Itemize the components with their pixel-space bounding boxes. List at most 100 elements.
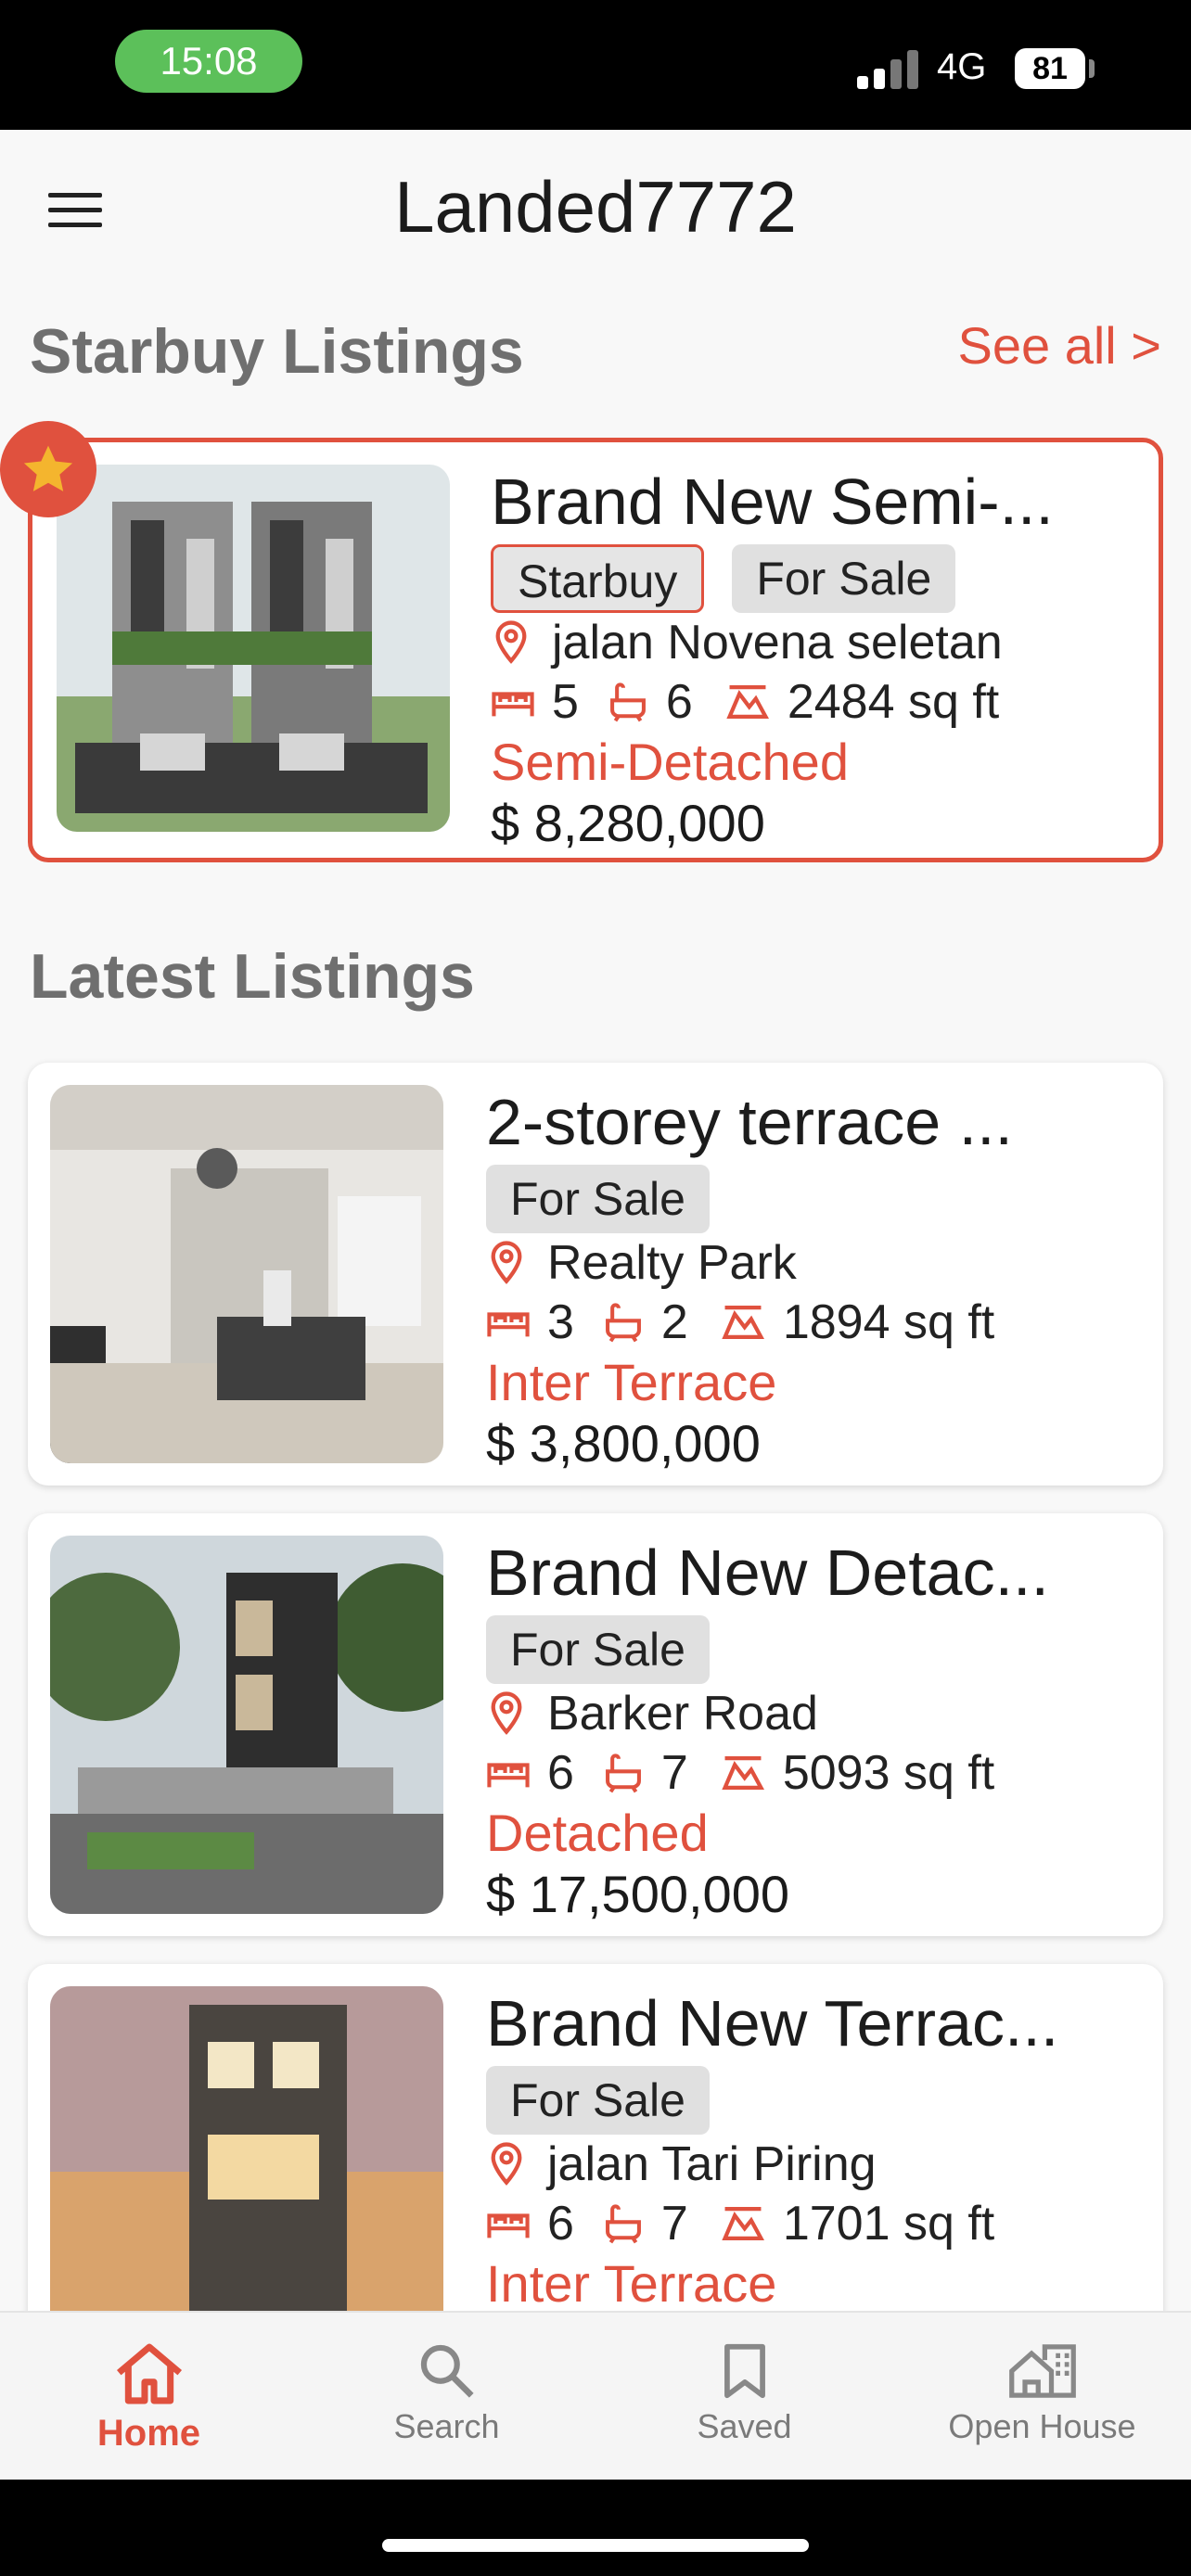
bookmark-icon — [724, 2343, 765, 2399]
baths-count: 2 — [660, 1295, 688, 1349]
network-label: 4G — [937, 46, 987, 87]
signal-icon — [857, 46, 922, 89]
bed-icon — [487, 1763, 530, 1788]
beds-count: 5 — [552, 675, 579, 729]
listing-info: Brand New Semi-... Starbuy For Sale jala… — [491, 463, 1140, 854]
listing-price: $ 3,800,000 — [486, 1414, 761, 1473]
starbuy-listing-card[interactable]: Brand New Semi-... Starbuy For Sale jala… — [28, 438, 1163, 862]
listing-title: Brand New Semi-... — [491, 465, 1054, 538]
property-type: Semi-Detached — [491, 733, 849, 791]
beds-count: 6 — [547, 2197, 574, 2251]
listing-badges: For Sale — [486, 1615, 1145, 1684]
beds-count: 6 — [547, 1746, 574, 1800]
nav-open-house[interactable]: Open House — [893, 2313, 1191, 2480]
search-icon — [420, 2344, 474, 2398]
phone-screen: 15:08 4G 81 Landed7772 Starbuy Listings … — [0, 0, 1191, 2576]
location-text: jalan Novena seletan — [552, 616, 1003, 670]
listing-image-detached — [50, 1536, 443, 1914]
listing-info: Brand New Terrac... For Sale jalan Tari … — [486, 1984, 1145, 2315]
listing-location: Barker Road — [486, 1684, 1145, 1743]
listing-image-semi-detached — [57, 465, 450, 832]
bath-icon — [609, 682, 646, 722]
listing-location: jalan Tari Piring — [486, 2135, 1145, 2194]
listing-info: 2-storey terrace ... For Sale Realty Par… — [486, 1083, 1145, 1474]
beds-count: 3 — [547, 1295, 574, 1349]
bed-icon — [487, 1312, 530, 1337]
area-icon — [722, 1755, 764, 1791]
location-pin-icon — [491, 1691, 522, 1735]
area-size: 2484 sq ft — [787, 675, 1000, 729]
listing-specs: 6 7 1701 sq ft — [486, 2194, 1145, 2253]
listing-specs: 3 2 1894 sq ft — [486, 1293, 1145, 1352]
listing-badges: For Sale — [486, 2066, 1145, 2135]
listing-badges: Starbuy For Sale — [491, 544, 1140, 613]
bath-icon — [605, 1303, 641, 1343]
baths-count: 6 — [665, 675, 693, 729]
listing-badges: For Sale — [486, 1165, 1145, 1233]
bath-icon — [605, 2204, 641, 2244]
listing-location: Realty Park — [486, 1233, 1145, 1293]
listing-image-terrace — [50, 1085, 443, 1463]
listing-price: $ 8,280,000 — [491, 794, 765, 852]
property-type: Inter Terrace — [486, 2254, 777, 2313]
starbuy-badge: Starbuy — [491, 544, 705, 613]
property-type: Detached — [486, 1804, 709, 1862]
bed-icon — [492, 692, 534, 717]
area-icon — [726, 684, 769, 720]
baths-count: 7 — [660, 2197, 688, 2251]
area-icon — [722, 1305, 764, 1340]
status-bar: 15:08 4G 81 — [0, 0, 1191, 130]
area-size: 1894 sq ft — [782, 1295, 995, 1349]
status-time: 15:08 — [115, 30, 302, 93]
listing-title: 2-storey terrace ... — [486, 1086, 1013, 1158]
for-sale-badge: For Sale — [486, 1165, 710, 1233]
area-size: 5093 sq ft — [782, 1746, 995, 1800]
app-title: Landed7772 — [394, 166, 797, 248]
listing-title: Brand New Terrac... — [486, 1987, 1059, 2060]
bed-icon — [487, 2213, 530, 2238]
listing-title: Brand New Detac... — [486, 1537, 1049, 1609]
for-sale-badge: For Sale — [486, 1615, 710, 1684]
location-pin-icon — [491, 1241, 522, 1284]
nav-search[interactable]: Search — [298, 2313, 596, 2480]
open-house-icon — [1008, 2344, 1076, 2398]
listing-image-terrace-new — [50, 1986, 443, 2365]
top-bar: Landed7772 — [0, 130, 1191, 297]
star-icon — [0, 421, 96, 517]
area-size: 1701 sq ft — [782, 2197, 995, 2251]
baths-count: 7 — [660, 1746, 688, 1800]
nav-open-house-label: Open House — [948, 2407, 1136, 2445]
area-icon — [722, 2206, 764, 2241]
property-type: Inter Terrace — [486, 1353, 777, 1411]
listing-location: jalan Novena seletan — [491, 613, 1140, 672]
app-content: Landed7772 Starbuy Listings See all > Br… — [0, 130, 1191, 2480]
home-indicator — [382, 2539, 809, 2552]
listing-price: $ 17,500,000 — [486, 1865, 789, 1923]
location-pin-icon — [495, 620, 527, 664]
listing-specs: 5 6 2484 sq ft — [491, 672, 1140, 732]
location-pin-icon — [491, 2142, 522, 2186]
latest-section-title: Latest Listings — [30, 941, 475, 1012]
nav-saved-label: Saved — [697, 2407, 792, 2445]
location-text: Realty Park — [547, 1236, 797, 1290]
battery-icon: 81 — [1015, 48, 1085, 89]
bath-icon — [605, 1753, 641, 1793]
nav-saved[interactable]: Saved — [596, 2313, 893, 2480]
home-icon — [116, 2343, 182, 2404]
battery-level: 81 — [1032, 50, 1068, 86]
nav-home[interactable]: Home — [0, 2313, 298, 2480]
starbuy-section-title: Starbuy Listings — [30, 316, 524, 387]
listing-card[interactable]: 2-storey terrace ... For Sale Realty Par… — [28, 1063, 1163, 1486]
bottom-navigation: Home Search Saved Open House — [0, 2311, 1191, 2480]
listing-specs: 6 7 5093 sq ft — [486, 1743, 1145, 1803]
location-text: jalan Tari Piring — [547, 2137, 877, 2191]
for-sale-badge: For Sale — [732, 544, 956, 613]
nav-home-label: Home — [96, 2413, 201, 2454]
battery-tip — [1089, 59, 1095, 78]
listing-info: Brand New Detac... For Sale Barker Road … — [486, 1534, 1145, 1925]
location-text: Barker Road — [547, 1687, 818, 1741]
see-all-link[interactable]: See all > — [958, 315, 1162, 376]
listing-card[interactable]: Brand New Detac... For Sale Barker Road … — [28, 1513, 1163, 1936]
nav-search-label: Search — [393, 2407, 500, 2445]
for-sale-badge: For Sale — [486, 2066, 710, 2135]
